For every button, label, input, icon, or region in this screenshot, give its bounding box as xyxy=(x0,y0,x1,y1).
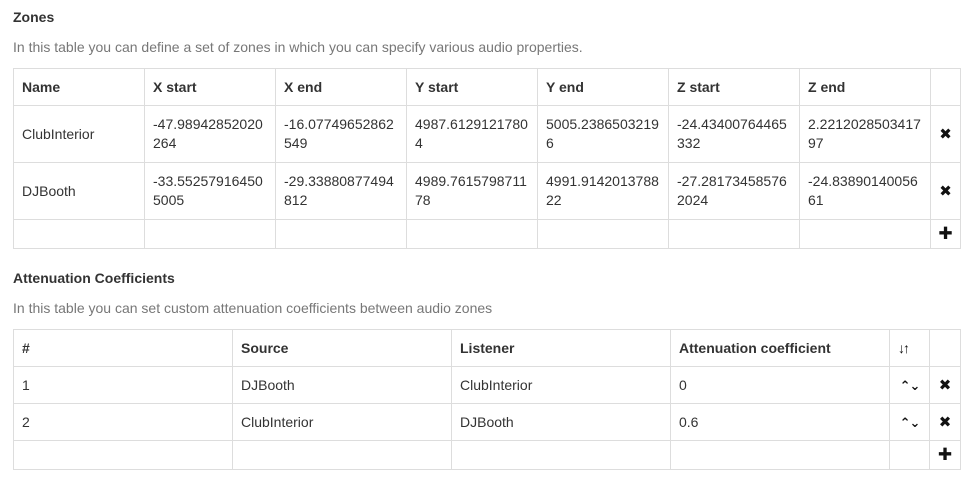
col-x-end: X end xyxy=(275,68,407,106)
attenuation-title: Attenuation Coefficients xyxy=(13,270,175,286)
attenuation-section: Attenuation Coefficients In this table y… xyxy=(13,270,961,470)
coefficient-cell[interactable]: 0.6 xyxy=(670,403,890,441)
table-row: DJBooth -33.55257916450 5005 -29.3388087… xyxy=(13,162,961,220)
move-row-icon[interactable]: ⌃⌄ xyxy=(900,416,921,429)
row-actions-cell: ✖ xyxy=(929,403,961,441)
col-attenuation-coefficient: Attenuation coefficient xyxy=(670,329,890,367)
zone-y-start-cell[interactable]: 4987.6129121780 4 xyxy=(406,105,538,163)
zone-y-end-cell[interactable]: 4991.9142013788 22 xyxy=(537,162,669,220)
index-cell: 2 xyxy=(13,403,233,441)
attenuation-add-row: ✚ xyxy=(13,440,961,470)
col-z-end: Z end xyxy=(799,68,931,106)
zone-x-end-cell[interactable]: -16.07749652862549 xyxy=(275,105,407,163)
remove-row-icon[interactable]: ✖ xyxy=(939,415,952,430)
zone-y-end-cell[interactable]: 5005.2386503219 6 xyxy=(537,105,669,163)
add-row-icon[interactable]: ✚ xyxy=(938,225,952,242)
move-cell: ⌃⌄ xyxy=(889,403,930,441)
coefficient-cell[interactable]: 0 xyxy=(670,366,890,404)
col-y-start: Y start xyxy=(406,68,538,106)
zone-x-end-cell[interactable]: -29.33880877494812 xyxy=(275,162,407,220)
move-row-icon[interactable]: ⌃⌄ xyxy=(900,379,921,392)
col-sort: ↓↑ xyxy=(889,329,930,367)
attenuation-table: # Source Listener Attenuation coefficien… xyxy=(13,329,961,470)
zone-name-cell[interactable]: ClubInterior xyxy=(13,105,145,163)
zone-y-start-cell[interactable]: 4989.7615798711 78 xyxy=(406,162,538,220)
remove-row-icon[interactable]: ✖ xyxy=(939,184,952,199)
col-name: Name xyxy=(13,68,145,106)
zones-header-row: Name X start X end Y start Y end Z start… xyxy=(13,68,961,106)
zones-description: In this table you can define a set of zo… xyxy=(13,39,583,55)
col-actions xyxy=(930,68,961,106)
add-row-icon[interactable]: ✚ xyxy=(938,446,952,463)
col-y-end: Y end xyxy=(537,68,669,106)
move-cell: ⌃⌄ xyxy=(889,366,930,404)
table-row: 1 DJBooth ClubInterior 0 ⌃⌄ ✖ xyxy=(13,366,961,404)
row-actions-cell: ✖ xyxy=(930,105,961,163)
remove-row-icon[interactable]: ✖ xyxy=(939,378,952,393)
col-listener: Listener xyxy=(451,329,671,367)
col-actions xyxy=(929,329,961,367)
zone-z-start-cell[interactable]: -24.43400764465332 xyxy=(668,105,800,163)
table-row: ClubInterior -47.98942852020264 -16.0774… xyxy=(13,105,961,163)
zone-z-start-cell[interactable]: -27.28173458576 2024 xyxy=(668,162,800,220)
zone-name-cell[interactable]: DJBooth xyxy=(13,162,145,220)
col-source: Source xyxy=(232,329,452,367)
sort-icon[interactable]: ↓↑ xyxy=(898,341,910,355)
zone-z-end-cell[interactable]: 2.221202850341797 xyxy=(799,105,931,163)
zones-section: Zones In this table you can define a set… xyxy=(13,9,961,249)
zone-x-start-cell[interactable]: -33.55257916450 5005 xyxy=(144,162,276,220)
add-cell: ✚ xyxy=(930,219,961,249)
zones-title: Zones xyxy=(13,9,55,25)
zones-table: Name X start X end Y start Y end Z start… xyxy=(13,68,961,249)
table-row: 2 ClubInterior DJBooth 0.6 ⌃⌄ ✖ xyxy=(13,403,961,441)
attenuation-description: In this table you can set custom attenua… xyxy=(13,300,493,316)
attenuation-header-row: # Source Listener Attenuation coefficien… xyxy=(13,329,961,367)
listener-cell[interactable]: DJBooth xyxy=(451,403,671,441)
listener-cell[interactable]: ClubInterior xyxy=(451,366,671,404)
zone-x-start-cell[interactable]: -47.98942852020264 xyxy=(144,105,276,163)
row-actions-cell: ✖ xyxy=(929,366,961,404)
col-x-start: X start xyxy=(144,68,276,106)
zone-z-end-cell[interactable]: -24.83890140056 61 xyxy=(799,162,931,220)
source-cell[interactable]: ClubInterior xyxy=(232,403,452,441)
add-cell: ✚ xyxy=(929,440,961,470)
source-cell[interactable]: DJBooth xyxy=(232,366,452,404)
zones-add-row: ✚ xyxy=(13,219,961,249)
col-z-start: Z start xyxy=(668,68,800,106)
row-actions-cell: ✖ xyxy=(930,162,961,220)
index-cell: 1 xyxy=(13,366,233,404)
remove-row-icon[interactable]: ✖ xyxy=(939,127,952,142)
col-index: # xyxy=(13,329,233,367)
